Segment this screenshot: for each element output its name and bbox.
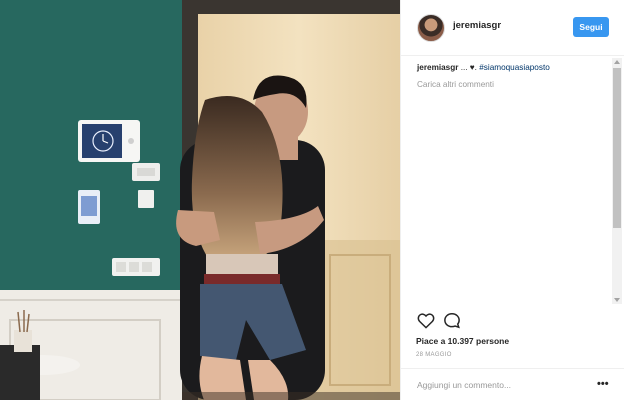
couple-hugging-photo [0,0,400,400]
comments-list: jeremiasgr ... ♥. #siamoquasiaposto Cari… [417,58,607,308]
likes-count[interactable]: Piace a 10.397 persone [416,336,509,346]
post-date[interactable]: 28 MAGGIO [416,352,452,358]
load-more-comments-link[interactable]: Carica altri commenti [417,80,607,89]
heart-icon[interactable] [417,312,435,329]
scroll-up-arrow-icon[interactable] [614,60,620,64]
author-username[interactable]: jeremiasgr [453,20,501,31]
caption-username[interactable]: jeremiasgr [417,63,458,72]
hashtag-link[interactable]: #siamoquasiaposto [479,63,550,72]
add-comment-bar: ••• [401,368,624,400]
post-header: jeremiasgr Segui [401,0,624,56]
caption-text-prefix: ... [458,63,470,72]
scrollbar-thumb[interactable] [613,68,621,228]
comments-scrollbar[interactable] [612,58,622,304]
more-options-icon[interactable]: ••• [597,379,609,390]
follow-button[interactable]: Segui [573,17,609,37]
post-caption: jeremiasgr ... ♥. #siamoquasiaposto [417,62,607,74]
comment-icon[interactable] [443,312,461,329]
avatar[interactable] [417,14,445,42]
comment-input[interactable] [417,377,587,393]
post-actions [417,312,477,332]
scroll-down-arrow-icon[interactable] [614,298,620,302]
post-photo[interactable] [0,0,400,400]
